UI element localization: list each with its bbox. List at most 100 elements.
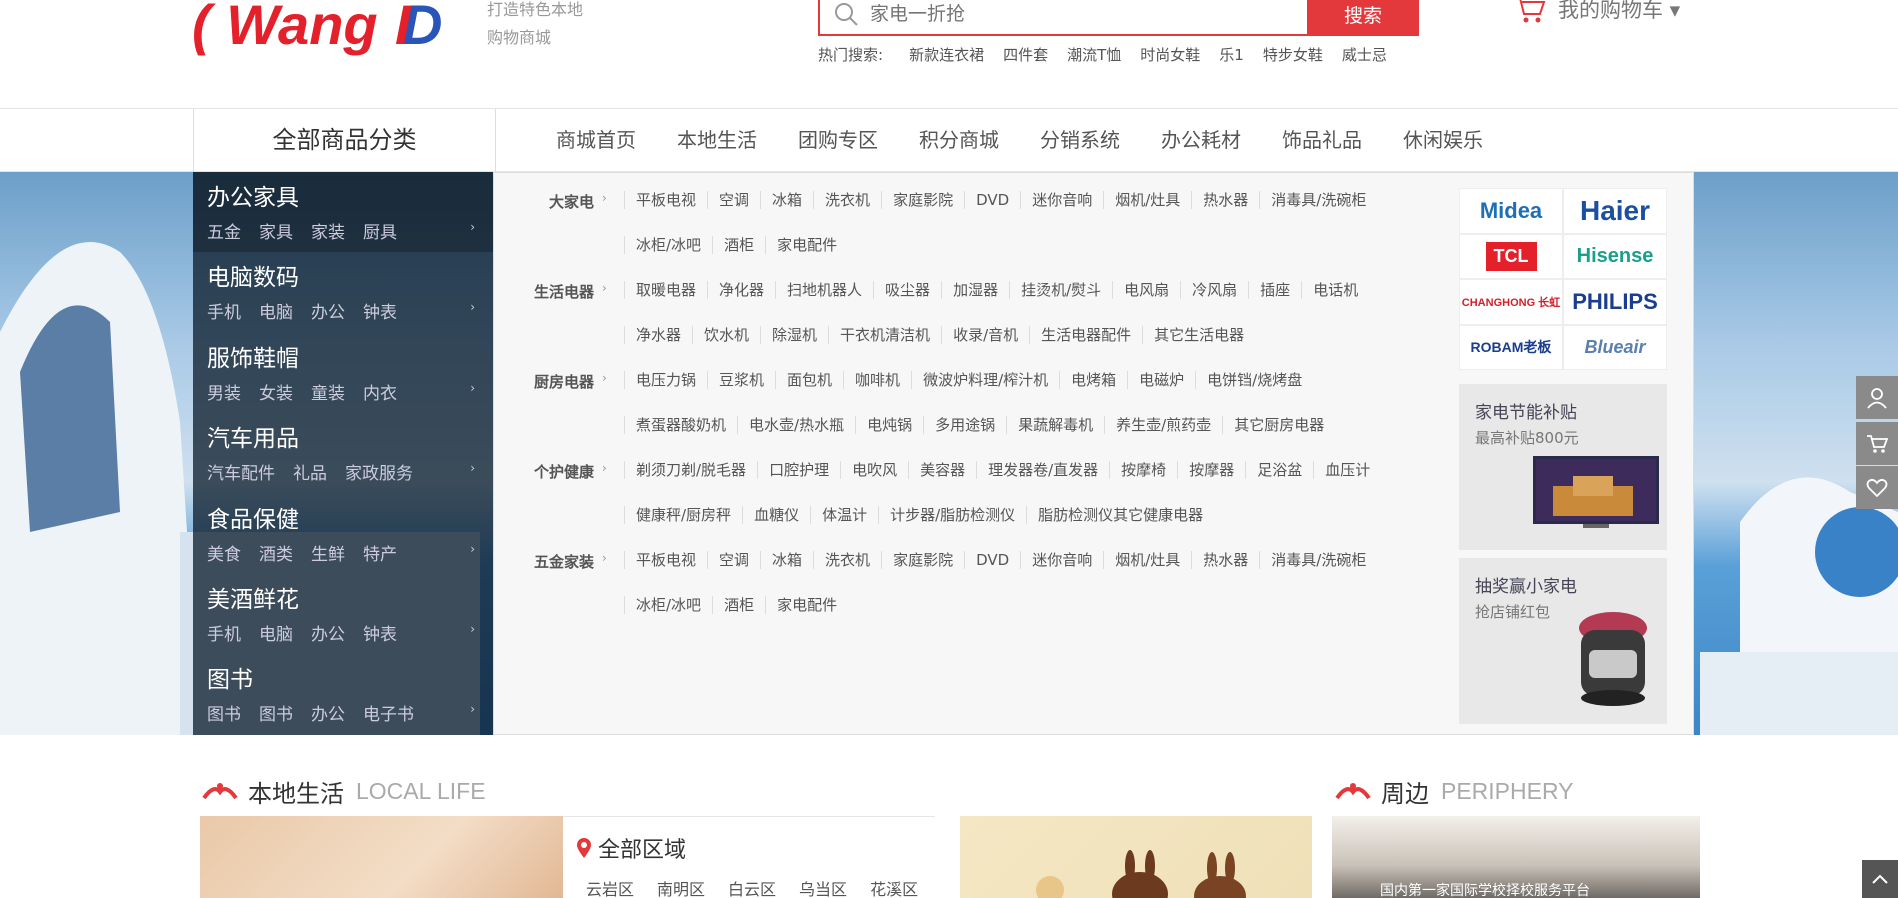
sidebar-sub-link[interactable]: 电脑 (259, 620, 293, 645)
mega-menu-link[interactable]: 家庭影院 (881, 551, 964, 569)
nav-link-home[interactable]: 商城首页 (556, 109, 636, 171)
promo-lottery[interactable]: 抽奖赢小家电 抢店铺红包 (1459, 558, 1667, 724)
mega-menu-link[interactable]: 血压计 (1313, 461, 1381, 479)
sidebar-item-office-furniture[interactable]: 办公家具 五金 家具 家装 厨具 › (193, 172, 493, 253)
all-categories[interactable]: 全部商品分类 (193, 109, 496, 172)
mega-menu-link[interactable]: 冷风扇 (1180, 281, 1248, 299)
mega-row-title[interactable]: 五金家装 (494, 551, 594, 572)
sidebar-sub-link[interactable]: 钟表 (363, 620, 397, 645)
mega-menu-link[interactable]: 血糖仪 (742, 506, 810, 524)
mega-menu-link[interactable]: 果蔬解毒机 (1006, 416, 1104, 434)
mega-menu-link[interactable]: 健康秤/厨房秤 (624, 506, 742, 524)
mega-menu-link[interactable]: 消毒具/洗碗柜 (1259, 551, 1377, 569)
mega-menu-link[interactable]: 家庭影院 (881, 191, 964, 209)
brand-logo-blueair[interactable]: Blueair (1563, 324, 1667, 370)
mega-menu-link[interactable]: 冰箱 (760, 551, 813, 569)
mega-menu-link[interactable]: 冰柜/冰吧 (624, 236, 712, 254)
mega-row-title[interactable]: 大家电 (494, 191, 594, 212)
mega-menu-link[interactable]: 加湿器 (941, 281, 1009, 299)
mega-menu-link[interactable]: 消毒具/洗碗柜 (1259, 191, 1377, 209)
side-cart-button[interactable] (1856, 422, 1898, 465)
sidebar-sub-link[interactable]: 内衣 (363, 379, 397, 404)
sidebar-sub-link[interactable]: 家具 (259, 218, 293, 243)
mega-menu-link[interactable]: 家电配件 (765, 596, 848, 614)
mega-menu-link[interactable]: 平板电视 (624, 191, 707, 209)
hot-term[interactable]: 特步女鞋 (1263, 44, 1323, 65)
mega-menu-link[interactable]: 美容器 (908, 461, 976, 479)
mega-menu-link[interactable]: 计步器/脂肪检测仪 (878, 506, 1026, 524)
mega-menu-link[interactable]: 冰柜/冰吧 (624, 596, 712, 614)
mega-menu-link[interactable]: 电烤箱 (1059, 371, 1127, 389)
sidebar-sub-link[interactable]: 图书 (207, 700, 241, 725)
sidebar-item-apparel[interactable]: 服饰鞋帽 男装 女装 童装 内衣 › (193, 333, 493, 413)
mega-menu-link[interactable]: 微波炉料理/榨汁机 (911, 371, 1059, 389)
mega-menu-link[interactable]: 体温计 (810, 506, 878, 524)
mega-menu-link[interactable]: 空调 (707, 551, 760, 569)
sidebar-sub-link[interactable]: 汽车配件 (207, 459, 275, 484)
search-button[interactable]: 搜索 (1307, 0, 1419, 34)
sidebar-sub-link[interactable]: 办公 (311, 620, 345, 645)
hot-term[interactable]: 潮流T恤 (1067, 44, 1121, 65)
search-input[interactable] (820, 0, 1307, 34)
mega-menu-link[interactable]: 饮水机 (692, 326, 760, 344)
sidebar-sub-link[interactable]: 电子书 (363, 700, 414, 725)
favorites-button[interactable] (1856, 466, 1898, 509)
sidebar-sub-link[interactable]: 五金 (207, 218, 241, 243)
sidebar-item-computers[interactable]: 电脑数码 手机 电脑 办公 钟表 › (193, 252, 493, 332)
hot-term[interactable]: 威士忌 (1342, 44, 1387, 65)
mega-menu-link[interactable]: 电饼铛/烧烤盘 (1195, 371, 1313, 389)
mega-menu-link[interactable]: 脂肪检测仪其它健康电器 (1026, 506, 1214, 524)
mega-menu-link[interactable]: 其它生活电器 (1142, 326, 1255, 344)
sidebar-sub-link[interactable]: 办公 (311, 298, 345, 323)
mega-menu-link[interactable]: 酒柜 (712, 596, 765, 614)
nav-link-distribution[interactable]: 分销系统 (1040, 109, 1120, 171)
mega-menu-link[interactable]: 酒柜 (712, 236, 765, 254)
mega-menu-link[interactable]: 烟机/灶具 (1103, 191, 1191, 209)
sidebar-sub-link[interactable]: 特产 (363, 540, 397, 565)
mega-menu-link[interactable]: 取暖电器 (624, 281, 707, 299)
mega-menu-link[interactable]: 迷你音响 (1020, 191, 1103, 209)
mega-menu-link[interactable]: 面包机 (775, 371, 843, 389)
mega-menu-link[interactable]: 扫地机器人 (775, 281, 873, 299)
mega-row-title[interactable]: 生活电器 (494, 281, 594, 302)
mega-menu-link[interactable]: 其它厨房电器 (1222, 416, 1335, 434)
hot-term[interactable]: 乐1 (1219, 44, 1244, 65)
mega-menu-link[interactable]: 家电配件 (765, 236, 848, 254)
hot-term[interactable]: 时尚女鞋 (1140, 44, 1200, 65)
hot-term[interactable]: 新款连衣裙 (909, 44, 984, 65)
mega-menu-link[interactable]: 电吹风 (840, 461, 908, 479)
mega-menu-link[interactable]: 电磁炉 (1127, 371, 1195, 389)
back-to-top-button[interactable] (1862, 860, 1898, 898)
user-center-button[interactable] (1856, 376, 1898, 419)
sidebar-item-wine-flowers[interactable]: 美酒鲜花 手机 电脑 办公 钟表 › (193, 574, 493, 654)
brand-logo-philips[interactable]: PHILIPS (1563, 279, 1667, 325)
region-selector[interactable]: 全部区域 (576, 832, 686, 864)
mega-menu-link[interactable]: 洗衣机 (813, 191, 881, 209)
mega-menu-link[interactable]: 口腔护理 (757, 461, 840, 479)
mega-menu-link[interactable]: 剃须刀剃/脱毛器 (624, 461, 757, 479)
mega-menu-link[interactable]: 多用途锅 (923, 416, 1006, 434)
mega-menu-link[interactable]: 按摩器 (1177, 461, 1245, 479)
mega-menu-link[interactable]: 洗衣机 (813, 551, 881, 569)
mega-menu-link[interactable]: 除湿机 (760, 326, 828, 344)
mega-row-title[interactable]: 个护健康 (494, 461, 594, 482)
sidebar-sub-link[interactable]: 美食 (207, 540, 241, 565)
mega-menu-link[interactable]: 热水器 (1191, 191, 1259, 209)
sidebar-sub-link[interactable]: 女装 (259, 379, 293, 404)
dessert-thumbnail[interactable] (960, 816, 1312, 898)
mega-menu-link[interactable]: 挂烫机/熨斗 (1009, 281, 1112, 299)
mega-menu-link[interactable]: 平板电视 (624, 551, 707, 569)
sidebar-sub-link[interactable]: 钟表 (363, 298, 397, 323)
brand-logo-midea[interactable]: Midea (1459, 188, 1563, 234)
brand-logo-changhong[interactable]: CHANGHONG 长虹 (1459, 279, 1563, 325)
mega-menu-link[interactable]: 煮蛋器酸奶机 (624, 416, 737, 434)
brand-logo-tcl[interactable]: TCL (1459, 233, 1563, 279)
mega-menu-link[interactable]: 电炖锅 (855, 416, 923, 434)
mega-menu-link[interactable]: 收录/音机 (941, 326, 1029, 344)
brand-logo-robam[interactable]: ROBAM老板 (1459, 324, 1563, 370)
mega-menu-link[interactable]: DVD (964, 191, 1020, 209)
promo-energy-subsidy[interactable]: 家电节能补贴 最高补贴800元 (1459, 384, 1667, 550)
local-life-thumbnail[interactable] (200, 816, 563, 898)
site-logo[interactable]: ( Wang D I (190, 0, 465, 60)
mega-menu-link[interactable]: 烟机/灶具 (1103, 551, 1191, 569)
